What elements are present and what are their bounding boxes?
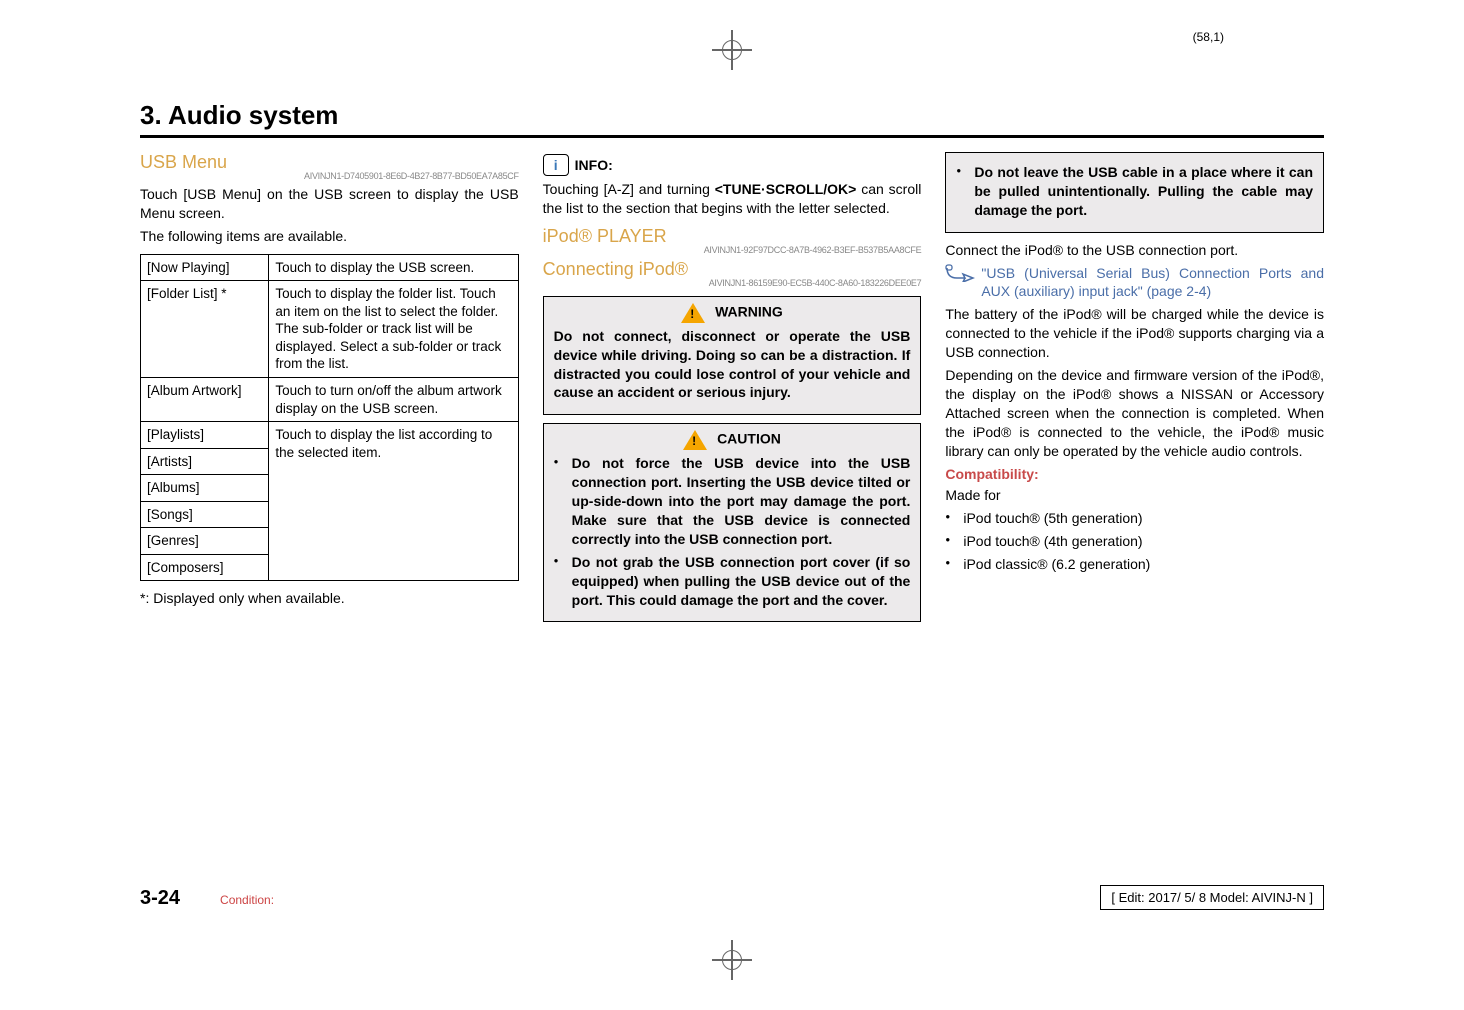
pointer-icon — [945, 264, 975, 282]
edit-info-box: [ Edit: 2017/ 5/ 8 Model: AIVINJ-N ] — [1100, 885, 1324, 910]
section-title-wrap: 3. Audio system — [140, 100, 1324, 138]
usb-menu-intro-2: The following items are available. — [140, 227, 519, 246]
cell-name: [Artists] — [141, 448, 269, 475]
cell-name: [Songs] — [141, 501, 269, 528]
warning-title-row: WARNING — [554, 303, 911, 323]
list-item: Do not leave the USB cable in a place wh… — [956, 163, 1313, 220]
info-text-a: Touching [A-Z] and turning — [543, 181, 715, 197]
info-icon: i — [543, 154, 569, 176]
page-content: 3. Audio system USB Menu AIVINJN1-D74059… — [140, 100, 1324, 910]
ipod-player-heading: iPod® PLAYER — [543, 226, 922, 247]
list-item: iPod touch® (5th generation) — [945, 509, 1324, 528]
page-number-bottom: 3-24 — [140, 887, 180, 910]
column-1: USB Menu AIVINJN1-D7405901-8E6D-4B27-8B7… — [140, 152, 519, 630]
info-label: INFO: — [575, 157, 613, 173]
cell-name: [Now Playing] — [141, 254, 269, 281]
list-item: iPod classic® (6.2 generation) — [945, 555, 1324, 574]
made-for-label: Made for — [945, 486, 1324, 505]
table-row: [Folder List] * Touch to display the fol… — [141, 281, 519, 378]
connecting-ipod-heading: Connecting iPod® — [543, 259, 922, 280]
caution-title-row: CAUTION — [554, 430, 911, 450]
usb-menu-intro-1: Touch [USB Menu] on the USB screen to di… — [140, 185, 519, 223]
caution-title: CAUTION — [717, 431, 781, 447]
battery-paragraph: The battery of the iPod® will be charged… — [945, 305, 1324, 362]
info-row: i INFO: — [543, 154, 922, 176]
list-item: Do not grab the USB connection port cove… — [554, 553, 911, 610]
cell-name: [Album Artwork] — [141, 377, 269, 421]
info-paragraph: Touching [A-Z] and turning <TUNE·SCROLL/… — [543, 180, 922, 218]
cell-name: [Playlists] — [141, 422, 269, 449]
warning-title: WARNING — [715, 303, 783, 319]
list-item: iPod touch® (4th generation) — [945, 532, 1324, 551]
warning-box: WARNING Do not connect, disconnect or op… — [543, 296, 922, 416]
table-row: [Now Playing] Touch to display the USB s… — [141, 254, 519, 281]
list-item: Do not force the USB device into the USB… — [554, 454, 911, 548]
cell-name: [Genres] — [141, 528, 269, 555]
depending-paragraph: Depending on the device and firmware ver… — [945, 366, 1324, 460]
crop-mark-top — [712, 30, 752, 70]
usb-menu-heading: USB Menu — [140, 152, 519, 173]
cell-name: [Albums] — [141, 475, 269, 502]
footer-left: 3-24 Condition: — [140, 887, 274, 910]
table-row: [Playlists] Touch to display the list ac… — [141, 422, 519, 449]
usb-menu-table: [Now Playing] Touch to display the USB s… — [140, 254, 519, 582]
crop-mark-bottom — [712, 940, 752, 980]
column-2: i INFO: Touching [A-Z] and turning <TUNE… — [543, 152, 922, 630]
cell-name: [Composers] — [141, 554, 269, 581]
cell-desc-shared: Touch to display the list according to t… — [269, 422, 518, 581]
caution-box: CAUTION Do not force the USB device into… — [543, 423, 922, 622]
caution-triangle-icon — [683, 430, 707, 450]
caution-list-cont: Do not leave the USB cable in a place wh… — [956, 163, 1313, 220]
cell-desc: Touch to display the USB screen. — [269, 254, 518, 281]
compatibility-heading: Compatibility: — [945, 466, 1324, 482]
page-number-top: (58,1) — [1193, 30, 1224, 44]
warning-triangle-icon — [681, 303, 705, 323]
section-title: 3. Audio system — [140, 100, 338, 130]
cross-reference-text: "USB (Universal Serial Bus) Connection P… — [981, 264, 1324, 302]
caution-box-cont: Do not leave the USB cable in a place wh… — [945, 152, 1324, 233]
cell-desc: Touch to turn on/off the album artwork d… — [269, 377, 518, 421]
condition-label: Condition: — [220, 893, 274, 907]
caution-list: Do not force the USB device into the USB… — [554, 454, 911, 609]
column-3: Do not leave the USB cable in a place wh… — [945, 152, 1324, 630]
warning-body: Do not connect, disconnect or operate th… — [554, 327, 911, 403]
usb-menu-footnote: *: Displayed only when available. — [140, 589, 519, 608]
connect-paragraph: Connect the iPod® to the USB connection … — [945, 241, 1324, 260]
info-bold: <TUNE·SCROLL/OK> — [715, 181, 857, 197]
cell-name: [Folder List] * — [141, 281, 269, 378]
compatibility-list: iPod touch® (5th generation) iPod touch®… — [945, 509, 1324, 574]
cross-reference: "USB (Universal Serial Bus) Connection P… — [945, 264, 1324, 302]
table-row: [Album Artwork] Touch to turn on/off the… — [141, 377, 519, 421]
cell-desc: Touch to display the folder list. Touch … — [269, 281, 518, 378]
